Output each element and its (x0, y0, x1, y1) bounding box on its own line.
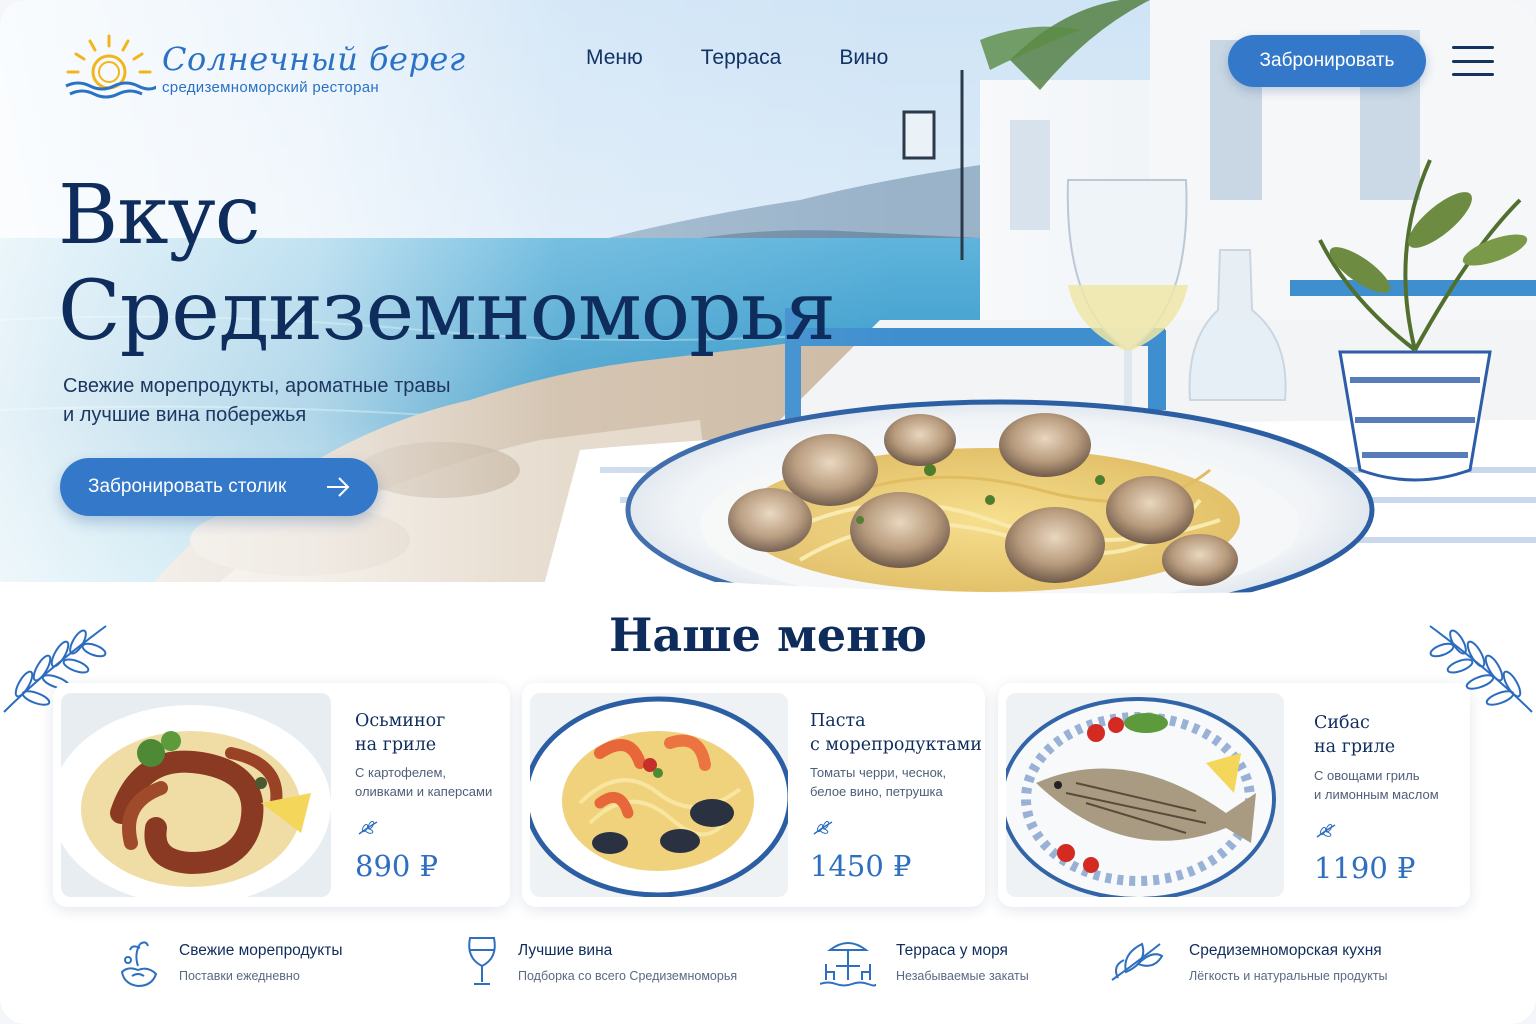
restaurant-landing-page: Солнечный берег средиземноморский рестор… (0, 0, 1536, 1024)
seafood-pasta-photo (530, 693, 788, 897)
menu-item-title-line-2: с морепродуктами (810, 735, 982, 755)
octopus-dish-photo (61, 693, 331, 897)
sun-waves-logo-icon (65, 34, 156, 99)
menu-item-title-line-1: Сибас (1314, 713, 1370, 733)
leaf-icon (1316, 823, 1336, 838)
feature-best-wines: Лучшие вина Подборка со всего Средиземно… (462, 936, 782, 992)
feature-subtitle: Поставки ежедневно (179, 969, 300, 983)
terrace-icon (820, 942, 876, 987)
menu-item-description: С картофелем, оливками и каперсами (355, 763, 492, 801)
menu-item-title-line-2: на гриле (1314, 737, 1396, 757)
book-table-button[interactable]: Забронировать столик (60, 458, 378, 516)
hero-subtitle: Свежие морепродукты, ароматные травы и л… (63, 372, 523, 430)
menu-card-octopus[interactable]: Осьминог на гриле С картофелем, оливками… (53, 683, 510, 907)
menu-item-title-line-1: Осьминог (355, 711, 446, 731)
brand-logo[interactable]: Солнечный берег средиземноморский рестор… (62, 32, 466, 104)
menu-card-seafood-pasta[interactable]: Паста с морепродуктами Томаты черри, чес… (522, 683, 985, 907)
arrow-right-icon (327, 477, 350, 497)
nav-link-wine[interactable]: Вино (839, 46, 888, 70)
hamburger-menu-icon[interactable] (1452, 46, 1494, 76)
brand-name: Солнечный берег (162, 39, 466, 78)
feature-mediterranean-cuisine: Средиземноморская кухня Лёгкость и натур… (1108, 936, 1428, 992)
sea-bass-photo (1006, 693, 1284, 897)
hero-subtitle-line-1: Свежие морепродукты, ароматные травы (63, 375, 451, 397)
wine-glass-icon (468, 937, 496, 985)
leaf-icon (813, 820, 833, 835)
menu-section-title: Наше меню (608, 608, 928, 662)
feature-subtitle: Незабываемые закаты (896, 969, 1029, 983)
feature-title: Лучшие вина (518, 942, 613, 959)
menu-item-description-line-2: оливками и каперсами (355, 784, 493, 799)
menu-item-description: Томаты черри, чеснок, белое вино, петруш… (810, 763, 946, 801)
leaf-icon (358, 820, 378, 835)
hero-subtitle-line-2: и лучшие вина побережья (63, 404, 307, 426)
brand-tagline: средиземноморский ресторан (162, 78, 379, 96)
feature-title: Средиземноморская кухня (1189, 942, 1382, 959)
menu-item-title-line-1: Паста (810, 711, 866, 731)
seafood-icon (120, 941, 158, 988)
menu-item-description: С овощами гриль и лимонным маслом (1314, 766, 1439, 804)
menu-item-price: 1450 ₽ (810, 849, 912, 883)
menu-item-title-line-2: на гриле (355, 735, 437, 755)
feature-fresh-seafood: Свежие морепродукты Поставки ежедневно (118, 936, 418, 992)
menu-item-description-line-2: белое вино, петрушка (810, 784, 943, 799)
hero-title-line-1: Вкус (58, 168, 261, 263)
feature-title: Терраса у моря (896, 942, 1008, 959)
menu-item-description-line-1: С овощами гриль (1314, 768, 1420, 783)
hero-section: Солнечный берег средиземноморский рестор… (0, 0, 1536, 600)
menu-item-price: 890 ₽ (355, 849, 439, 883)
book-table-label: Забронировать столик (88, 476, 287, 497)
menu-card-sea-bass[interactable]: Сибас на гриле С овощами гриль и лимонны… (998, 683, 1470, 907)
olive-branch-icon (1111, 942, 1164, 981)
menu-item-price: 1190 ₽ (1314, 851, 1416, 885)
main-navigation: Меню Терраса Вино (586, 46, 888, 70)
nav-link-terrace[interactable]: Терраса (701, 46, 782, 70)
menu-item-title: Сибас на гриле (1314, 711, 1395, 759)
menu-item-description-line-1: Томаты черри, чеснок, (810, 765, 947, 780)
feature-subtitle: Лёгкость и натуральные продукты (1189, 969, 1388, 983)
feature-sea-terrace: Терраса у моря Незабываемые закаты (820, 936, 1080, 992)
hero-title: Вкус Средиземноморья (58, 168, 836, 360)
feature-title: Свежие морепродукты (179, 942, 343, 959)
feature-subtitle: Подборка со всего Средиземноморья (518, 969, 738, 983)
menu-item-title: Паста с морепродуктами (810, 709, 982, 757)
menu-item-description-line-1: С картофелем, (355, 765, 447, 780)
hero-title-line-2: Средиземноморья (58, 264, 836, 359)
nav-link-menu[interactable]: Меню (586, 46, 643, 70)
menu-item-description-line-2: и лимонным маслом (1314, 787, 1439, 802)
menu-item-title: Осьминог на гриле (355, 709, 445, 757)
book-button[interactable]: Забронировать (1228, 35, 1426, 87)
